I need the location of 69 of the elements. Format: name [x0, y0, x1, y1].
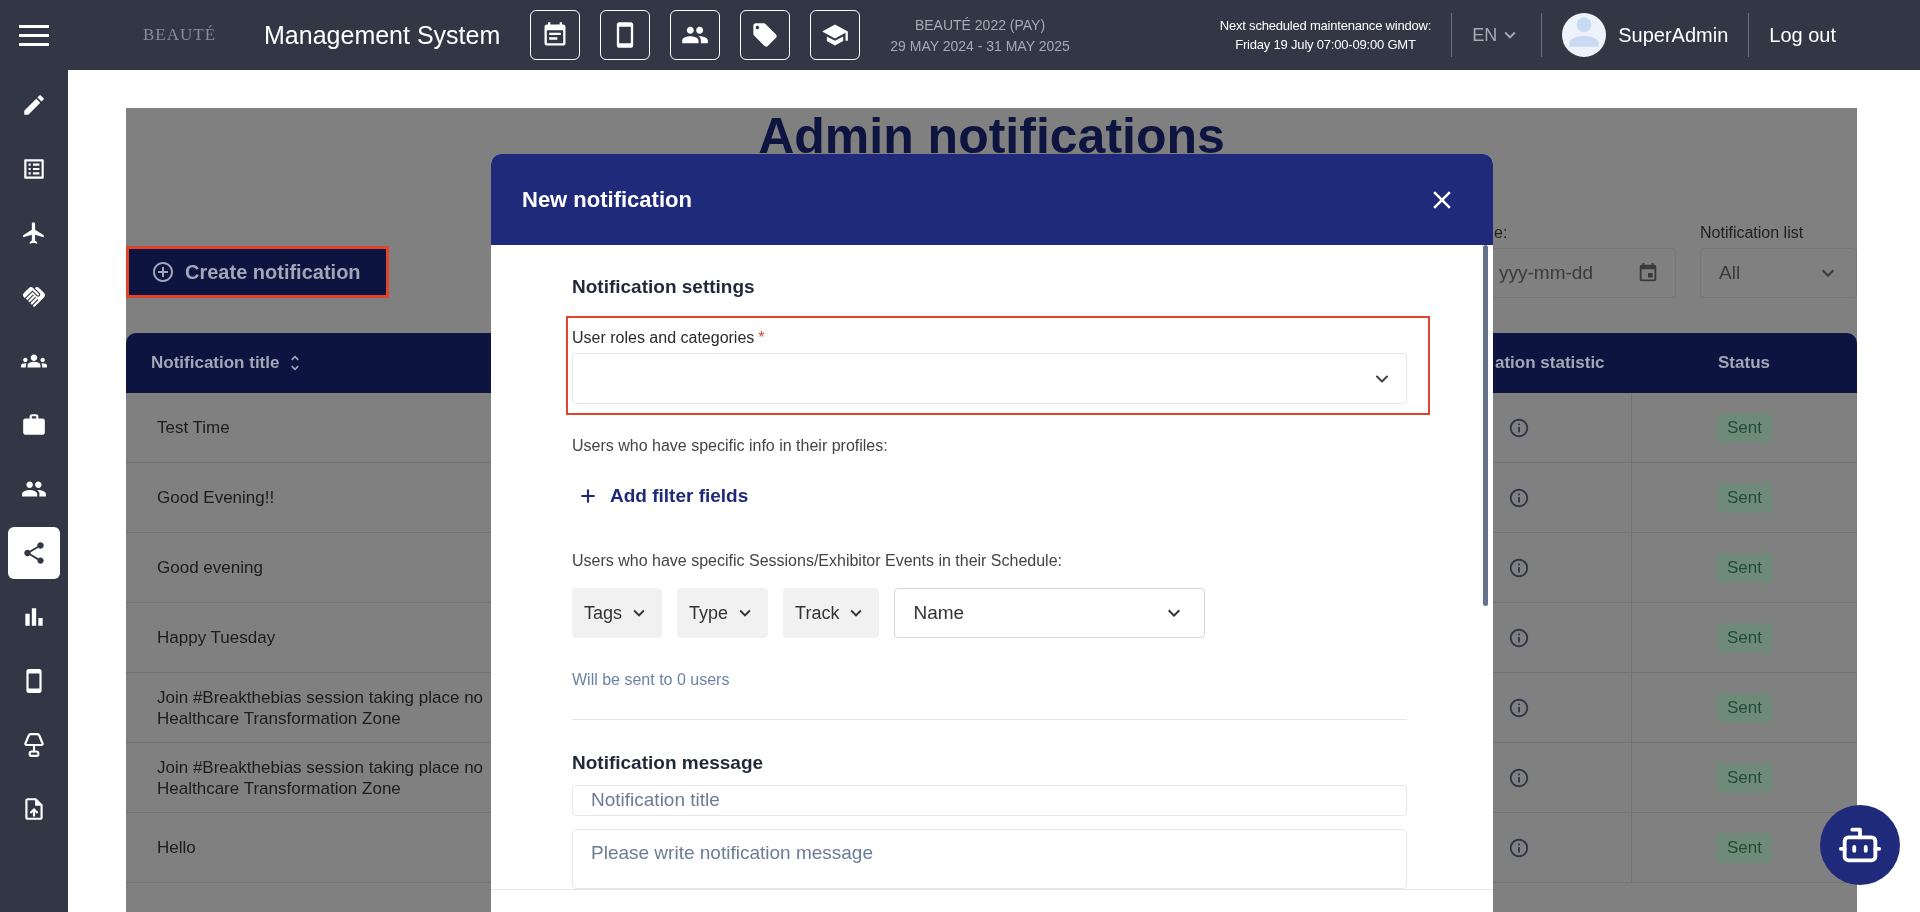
table-cell: Join #Breakthebias session taking place no Healthcare Transformation Zone: [157, 686, 484, 729]
status-badge: Sent: [1717, 552, 1772, 583]
briefcase-icon: [21, 412, 47, 438]
app-title: Management System: [264, 20, 501, 50]
page-title: Admin notifications: [757, 108, 1226, 164]
scrollbar-thumb[interactable]: [1483, 245, 1488, 606]
info-icon[interactable]: [1508, 696, 1530, 719]
status-badge: Sent: [1717, 412, 1772, 443]
table-cell: Test Time: [157, 417, 230, 438]
status-badge: Sent: [1717, 622, 1772, 653]
logo: BEAUTÉ: [143, 25, 217, 45]
avatar[interactable]: [1562, 13, 1607, 57]
status-badge: Sent: [1717, 832, 1772, 863]
filter-dropdown[interactable]: Type: [677, 588, 769, 638]
add-filter-link[interactable]: Add filter fields: [572, 485, 749, 507]
maintenance-notice: Friday 19 July 07:00-09:00 GMT: [1235, 37, 1416, 52]
logout-link[interactable]: Log out: [1769, 23, 1836, 47]
info-icon[interactable]: [1508, 556, 1530, 579]
table-cell: Happy Tuesday: [157, 627, 276, 648]
section-heading: Notification settings: [572, 275, 756, 299]
dialog-title: New notification: [522, 186, 692, 213]
filter-dropdown[interactable]: Track: [783, 588, 880, 638]
status-badge: Sent: [1717, 692, 1772, 723]
info-icon[interactable]: [1508, 626, 1530, 649]
nav-button[interactable]: [600, 10, 651, 60]
status-badge: Sent: [1717, 482, 1772, 513]
pencil-icon: [21, 92, 47, 118]
column-header: ation statistic: [1495, 353, 1605, 373]
event-dates: 29 MAY 2024 - 31 MAY 2025: [890, 37, 1070, 54]
section-heading: Notification message: [572, 751, 765, 775]
info-icon[interactable]: [1508, 766, 1530, 789]
table-cell: Good evening: [157, 557, 263, 578]
lamp-icon: [21, 732, 47, 758]
message-textarea[interactable]: Please write notification message: [572, 829, 1407, 889]
language-selector[interactable]: EN: [1472, 24, 1522, 46]
tag-icon: [751, 21, 780, 49]
list-filter-label: Notification list: [1700, 224, 1805, 242]
schedule-text: Users who have specific Sessions/Exhibitor Events in their Schedule:: [572, 552, 1063, 570]
info-icon[interactable]: [1508, 486, 1530, 509]
title-input[interactable]: Notification title: [572, 784, 1407, 817]
profile-info-text: Users who have specific info in their profiles:: [572, 437, 889, 455]
date-label: e:: [1493, 224, 1509, 242]
maintenance-notice: Next scheduled maintenance window:: [1219, 18, 1432, 33]
nav-button[interactable]: [810, 10, 861, 60]
column-header: Status: [1718, 353, 1770, 373]
share-icon: [21, 540, 47, 566]
event-name: BEAUTÉ 2022 (PAY): [914, 16, 1046, 33]
handshake-icon: [21, 284, 47, 310]
sidebar-item[interactable]: [8, 527, 60, 579]
nav-button[interactable]: [670, 10, 721, 60]
table-cell: Good Evening!!: [157, 487, 275, 508]
table-cell: Hello: [157, 837, 196, 858]
recipient-count: Will be sent to 0 users: [572, 671, 731, 689]
create-notification-button[interactable]: Create notification: [126, 246, 389, 298]
plus-icon: [578, 486, 598, 506]
filter-dropdown[interactable]: Tags: [572, 588, 663, 638]
column-header[interactable]: Notification title: [151, 353, 306, 373]
info-icon[interactable]: [1508, 416, 1530, 439]
plane-icon: [21, 220, 47, 246]
nav-button[interactable]: [530, 10, 581, 60]
list-icon: [21, 156, 47, 182]
user-name: SuperAdmin: [1618, 23, 1729, 47]
status-badge: Sent: [1717, 762, 1772, 793]
name-select[interactable]: Name: [894, 588, 1206, 638]
calendar-icon: [1637, 262, 1659, 284]
table-cell: Join #Breakthebias session taking place no Healthcare Transformation Zone: [157, 756, 484, 799]
field-label: User roles and categories *: [572, 329, 766, 347]
info-icon[interactable]: [1508, 836, 1530, 859]
nav-button[interactable]: [740, 10, 791, 60]
